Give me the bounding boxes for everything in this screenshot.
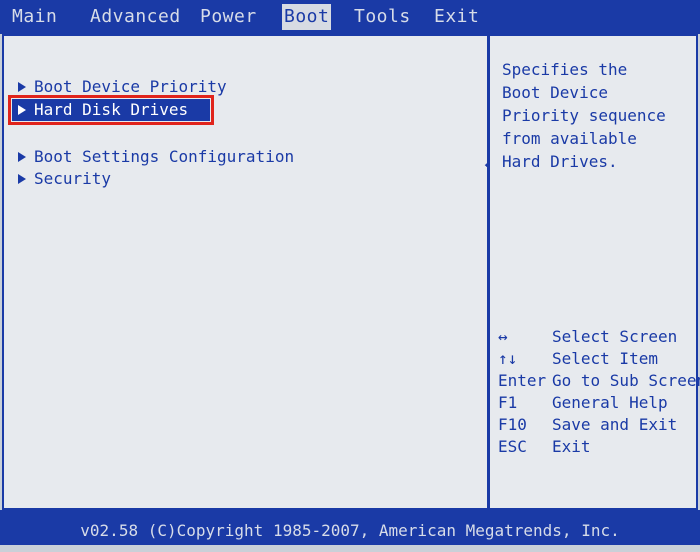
help-line: Specifies the — [502, 60, 628, 79]
key-legend-row: Enter Go to Sub Screen — [498, 370, 700, 392]
key-action: Select Screen — [552, 327, 678, 346]
menu-item-label: Hard Disk Drives — [34, 100, 189, 119]
key-legend-row: F1 General Help — [498, 392, 700, 414]
key-name: ↑↓ — [498, 349, 518, 368]
help-line: Boot Device — [502, 83, 608, 102]
key-action: Save and Exit — [552, 415, 678, 434]
submenu-arrow-icon — [18, 81, 26, 92]
menu-item-label: Boot Device Priority — [34, 77, 227, 96]
key-action: Go to Sub Screen — [552, 371, 700, 390]
key-action: Select Item — [552, 349, 658, 368]
key-legend-row: ESC Exit — [498, 436, 700, 458]
tab-advanced[interactable]: Advanced — [90, 4, 181, 30]
key-name: F1 — [498, 393, 518, 412]
menu-item-boot-device-priority[interactable]: Boot Device Priority — [18, 76, 227, 98]
key-legend-row: ↔ Select Screen — [498, 326, 700, 348]
key-action: Exit — [552, 437, 591, 456]
key-name: ↔ — [498, 327, 508, 346]
copyright-footer: v02.58 (C)Copyright 1985-2007, American … — [0, 510, 700, 545]
menu-item-security[interactable]: Security — [18, 168, 111, 190]
help-text: Specifies the Boot Device Priority seque… — [502, 58, 690, 173]
help-line: from available — [502, 129, 637, 148]
key-name: ESC — [498, 437, 527, 456]
help-panel: Specifies the Boot Device Priority seque… — [488, 34, 700, 510]
submenu-arrow-icon — [18, 104, 26, 115]
key-action: General Help — [552, 393, 668, 412]
key-legend-row: F10 Save and Exit — [498, 414, 700, 436]
tab-tools[interactable]: Tools — [354, 4, 411, 30]
tab-power[interactable]: Power — [200, 4, 257, 30]
key-name: F10 — [498, 415, 527, 434]
menu-bar: Main Advanced Power Boot Tools Exit — [0, 0, 700, 34]
key-legend: ↔ Select Screen ↑↓ Select Item Enter Go to … — [498, 326, 700, 458]
menu-item-boot-settings-configuration[interactable]: Boot Settings Configuration — [18, 146, 294, 168]
tab-main[interactable]: Main — [12, 4, 57, 30]
submenu-arrow-icon — [18, 151, 26, 162]
key-legend-row: ↑↓ Select Item — [498, 348, 700, 370]
menu-item-label: Security — [34, 169, 112, 188]
tab-exit[interactable]: Exit — [434, 4, 479, 30]
submenu-arrow-icon — [18, 173, 26, 184]
menu-item-hard-disk-drives[interactable]: Hard Disk Drives — [7, 95, 215, 125]
help-line: Priority sequence — [502, 106, 666, 125]
key-name: Enter — [498, 371, 547, 390]
menu-item-label: Boot Settings Configuration — [34, 147, 295, 166]
tab-boot[interactable]: Boot — [282, 4, 332, 30]
boot-menu-panel: Boot Device Priority Hard Disk Drives Bo… — [2, 34, 489, 510]
help-line: Hard Drives. — [502, 152, 618, 171]
